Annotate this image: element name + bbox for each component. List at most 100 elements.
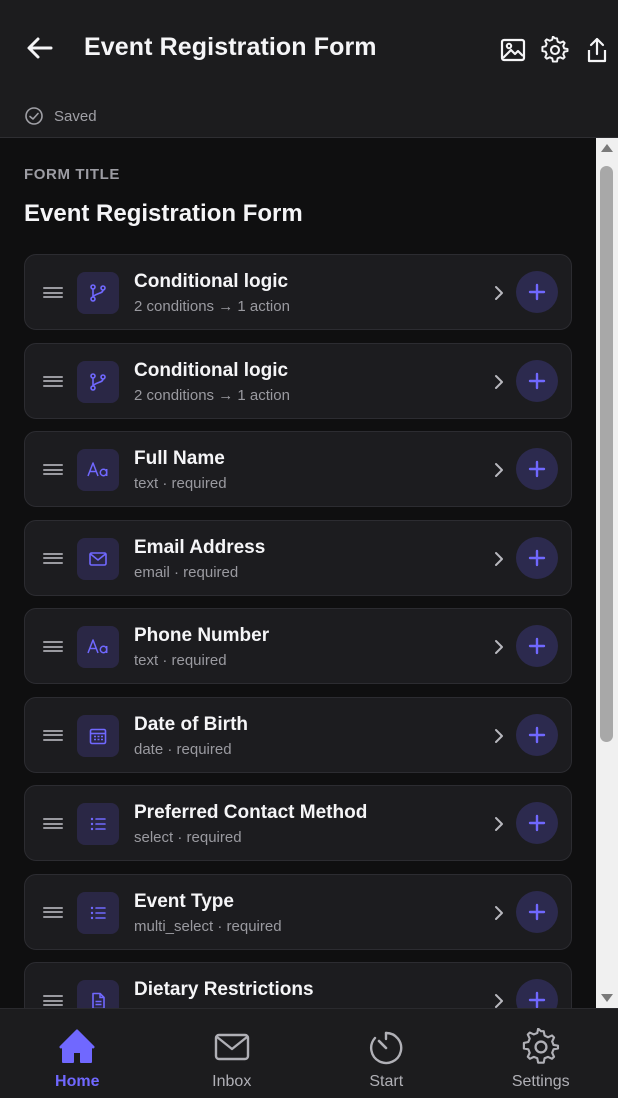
chevron-right-icon[interactable] <box>491 989 507 1008</box>
tab-start[interactable]: Start <box>309 1009 464 1098</box>
drag-handle-icon[interactable] <box>43 729 63 742</box>
field-meta: 2 conditions → 1 action <box>134 298 290 315</box>
field-card[interactable]: Date of Birth date · required <box>24 696 572 773</box>
chevron-right-icon[interactable] <box>491 812 507 836</box>
field-card[interactable]: Conditional logic 2 conditions → 1 actio… <box>24 254 572 330</box>
scrollbar[interactable] <box>596 138 618 1008</box>
drag-handle-icon[interactable] <box>43 464 63 476</box>
field-name: Conditional logic <box>134 271 289 292</box>
plus-icon <box>528 372 546 389</box>
bottom-tab-bar: Home Inbox Start Settings <box>0 1008 618 1098</box>
field-card[interactable]: Dietary Restrictions <box>24 962 572 1008</box>
tab-inbox[interactable]: Inbox <box>155 1009 310 1098</box>
field-name: Phone Number <box>134 625 270 646</box>
chevron-right-icon[interactable] <box>491 458 507 482</box>
arrow-left-icon <box>27 37 53 59</box>
timer-icon <box>370 1031 403 1065</box>
drag-handle-icon[interactable] <box>43 906 63 919</box>
field-card[interactable]: Full Name text · required <box>24 431 572 507</box>
document-icon <box>92 992 105 1008</box>
list-icon <box>90 817 106 831</box>
tab-label: Inbox <box>212 1073 252 1090</box>
tab-label: Settings <box>511 1073 570 1090</box>
chevron-right-icon[interactable] <box>491 281 507 305</box>
field-list: Conditional logic 2 conditions → 1 actio… <box>24 254 572 1008</box>
plus-icon <box>528 991 546 1008</box>
add-field-button[interactable] <box>516 448 558 490</box>
add-field-button[interactable] <box>516 979 558 1008</box>
add-field-button[interactable] <box>516 359 558 402</box>
gear-icon <box>522 1028 559 1064</box>
field-meta: text · required <box>134 652 227 669</box>
add-field-button[interactable] <box>516 625 558 667</box>
field-type-tile <box>77 449 119 491</box>
drag-handle-icon[interactable] <box>43 641 63 653</box>
home-icon <box>59 1029 95 1063</box>
field-card[interactable]: Email Address email · required <box>24 519 572 596</box>
drag-handle-icon[interactable] <box>43 375 63 388</box>
chevron-right-icon[interactable] <box>491 635 507 659</box>
add-field-button[interactable] <box>516 271 558 313</box>
calendar-icon <box>89 728 107 744</box>
image-button[interactable] <box>492 32 534 68</box>
add-field-button[interactable] <box>516 713 558 756</box>
field-type-tile <box>77 272 119 314</box>
tab-label: Home <box>55 1073 100 1090</box>
inbox-icon <box>214 1033 249 1061</box>
plus-icon <box>528 460 546 478</box>
field-card[interactable]: Preferred Contact Method select · requir… <box>24 785 572 861</box>
plus-icon <box>528 637 546 655</box>
scrollbar-thumb[interactable] <box>600 166 613 742</box>
chevron-right-icon[interactable] <box>491 370 507 394</box>
back-button[interactable] <box>22 30 58 66</box>
field-name: Preferred Contact Method <box>134 802 368 823</box>
add-field-button[interactable] <box>516 890 558 933</box>
field-type-tile <box>77 891 119 934</box>
image-icon <box>500 38 526 62</box>
check-circle-icon <box>25 107 43 125</box>
field-meta: multi_select · required <box>134 917 282 935</box>
scroll-down-arrow-icon[interactable] <box>601 994 613 1002</box>
plus-icon <box>528 283 546 301</box>
field-name: Event Type <box>134 890 234 912</box>
app-header: Event Registration Form <box>0 0 618 100</box>
field-type-tile <box>77 360 119 403</box>
field-type-tile <box>77 980 119 1008</box>
text-icon <box>87 462 108 477</box>
chevron-right-icon[interactable] <box>491 724 507 748</box>
share-button[interactable] <box>576 32 618 68</box>
saved-label: Saved <box>54 108 97 125</box>
drag-handle-icon[interactable] <box>43 995 63 1007</box>
field-card[interactable]: Event Type multi_select · required <box>24 873 572 950</box>
drag-handle-icon[interactable] <box>43 552 63 565</box>
scroll-up-arrow-icon[interactable] <box>601 144 613 152</box>
field-name: Conditional logic <box>134 359 289 381</box>
add-field-button[interactable] <box>516 802 558 844</box>
field-meta: email · required <box>134 563 239 581</box>
tab-label: Start <box>369 1073 404 1090</box>
settings-button[interactable] <box>534 32 576 68</box>
page-title: Event Registration Form <box>84 33 377 61</box>
field-meta: 2 conditions → 1 action <box>134 386 290 404</box>
chevron-right-icon[interactable] <box>491 547 507 571</box>
add-field-button[interactable] <box>516 536 558 579</box>
field-type-tile <box>77 803 119 845</box>
chevron-right-icon[interactable] <box>491 901 507 925</box>
plus-icon <box>528 814 546 832</box>
tab-home[interactable]: Home <box>0 1009 155 1098</box>
field-meta: select · required <box>134 829 242 846</box>
gear-icon <box>541 36 569 63</box>
field-type-tile <box>77 626 119 668</box>
field-name: Email Address <box>134 536 266 558</box>
branch-icon <box>90 372 106 391</box>
form-title[interactable]: Event Registration Form <box>24 200 303 228</box>
form-title-label: FORM TITLE <box>24 166 120 183</box>
share-icon <box>587 37 607 63</box>
branch-icon <box>90 284 106 302</box>
field-card[interactable]: Conditional logic 2 conditions → 1 actio… <box>24 342 572 419</box>
drag-handle-icon[interactable] <box>43 818 63 830</box>
field-card[interactable]: Phone Number text · required <box>24 608 572 684</box>
form-editor: FORM TITLE Event Registration Form Condi… <box>0 138 596 1008</box>
tab-settings[interactable]: Settings <box>464 1009 618 1098</box>
drag-handle-icon[interactable] <box>43 287 63 299</box>
